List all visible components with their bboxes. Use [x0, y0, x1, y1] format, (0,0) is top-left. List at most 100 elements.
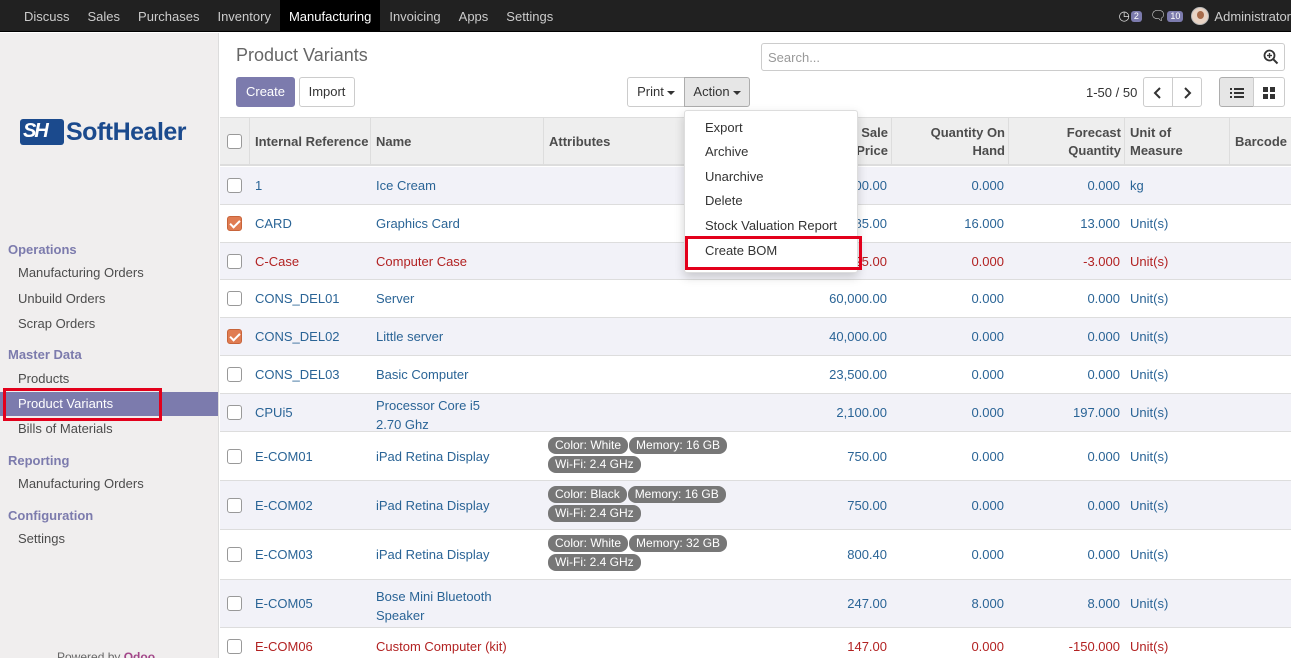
- table-row[interactable]: E-COM01 iPad Retina Display 750.00 0.000 0.0…: [220, 432, 1291, 481]
- table-row[interactable]: E-COM05 Bose Mini Bluetooth Speaker 247.00…: [220, 580, 1291, 628]
- cell-forecast-quantity: 0.000: [1087, 329, 1120, 344]
- cell-internal-reference: E-COM01: [255, 448, 313, 464]
- menu-item-export[interactable]: Export: [685, 116, 857, 140]
- menu-item-create-bom[interactable]: Create BOM: [685, 239, 857, 263]
- cell-internal-reference: C-Case: [255, 253, 300, 269]
- table-row[interactable]: CONS_DEL02 Little server 40,000.00 0.000 0.0…: [220, 318, 1291, 356]
- section-reporting: Reporting: [8, 453, 70, 468]
- menu-discuss[interactable]: Discuss: [15, 0, 79, 32]
- row-checkbox[interactable]: [227, 639, 242, 654]
- cell-forecast-quantity: 0.000: [1087, 178, 1120, 193]
- user-menu[interactable]: Administrator: [1191, 7, 1291, 25]
- search-input[interactable]: [762, 44, 1252, 70]
- list-view-button[interactable]: [1219, 77, 1254, 107]
- row-checkbox[interactable]: [227, 329, 242, 344]
- menu-inventory[interactable]: Inventory: [208, 0, 279, 32]
- sidebar-item-products[interactable]: Products: [0, 367, 218, 391]
- activity-button[interactable]: ◷ 2: [1119, 8, 1142, 24]
- print-button[interactable]: Print: [627, 77, 685, 107]
- page-title: Product Variants: [236, 45, 368, 65]
- row-checkbox[interactable]: [227, 367, 242, 382]
- attribute-tags: Color: White Memory: 16 GB Wi-Fi: 2.4 GHz: [548, 437, 738, 475]
- column-attributes[interactable]: Attributes: [543, 118, 683, 165]
- menu-apps[interactable]: Apps: [450, 0, 498, 32]
- top-navbar: Discuss Sales Purchases Inventory Manufa…: [0, 0, 1291, 32]
- cell-name: Computer Case: [376, 253, 468, 269]
- table-row[interactable]: CONS_DEL03 Basic Computer 23,500.00 0.000 0.…: [220, 356, 1291, 394]
- column-name[interactable]: Name: [370, 118, 544, 165]
- cell-quantity-on-hand: 0.000: [971, 367, 1004, 382]
- cell-internal-reference: CONS_DEL01: [255, 291, 340, 306]
- menu-sales[interactable]: Sales: [79, 0, 130, 32]
- row-checkbox[interactable]: [227, 547, 242, 562]
- import-button[interactable]: Import: [299, 77, 355, 107]
- cell-internal-reference: CPUi5: [255, 405, 293, 420]
- menu-settings[interactable]: Settings: [497, 0, 562, 32]
- table-row[interactable]: E-COM02 iPad Retina Display 750.00 0.000 0.0…: [220, 481, 1291, 530]
- row-checkbox[interactable]: [227, 253, 242, 269]
- column-unit-of-measure[interactable]: Unit of Measure: [1124, 118, 1230, 165]
- cell-quantity-on-hand: 0.000: [971, 291, 1004, 306]
- menu-purchases[interactable]: Purchases: [129, 0, 208, 32]
- cell-internal-reference: CONS_DEL03: [255, 367, 340, 382]
- cell-quantity-on-hand: 0.000: [971, 448, 1004, 464]
- create-button[interactable]: Create: [236, 77, 295, 107]
- select-all-checkbox[interactable]: [227, 134, 242, 149]
- cell-sale-price: 60,000.00: [829, 291, 887, 306]
- systray: ◷ 2 🗨 10 Administrator: [1119, 0, 1291, 32]
- column-barcode[interactable]: Barcode: [1229, 118, 1291, 165]
- pager-next-button[interactable]: [1172, 77, 1202, 107]
- row-checkbox[interactable]: [227, 497, 242, 513]
- cell-quantity-on-hand: 8.000: [971, 596, 1004, 611]
- sidebar: SoftHealer Operations Manufacturing Orde…: [0, 33, 219, 658]
- cell-sale-price: 750.00: [847, 448, 887, 464]
- company-logo: SoftHealer: [20, 117, 200, 147]
- menu-item-unarchive[interactable]: Unarchive: [685, 165, 857, 189]
- row-checkbox[interactable]: [227, 178, 242, 193]
- menu-item-delete[interactable]: Delete: [685, 189, 857, 213]
- clock-icon: ◷: [1118, 8, 1130, 23]
- attribute-tag: Color: Black: [548, 486, 627, 503]
- sidebar-item-bills-of-materials[interactable]: Bills of Materials: [0, 417, 218, 441]
- column-forecast-quantity[interactable]: Forecast Quantity: [1008, 118, 1125, 165]
- action-button[interactable]: Action: [684, 77, 750, 107]
- chevron-right-icon: [1184, 87, 1192, 99]
- row-checkbox[interactable]: [227, 596, 242, 611]
- kanban-view-button[interactable]: [1253, 77, 1285, 107]
- sidebar-item-settings[interactable]: Settings: [0, 527, 218, 551]
- cell-sale-price: 2,100.00: [836, 405, 887, 420]
- column-internal-reference[interactable]: Internal Reference: [249, 118, 371, 165]
- search-icon[interactable]: [1263, 49, 1279, 65]
- table-row[interactable]: E-COM06 Custom Computer (kit) 147.00 0.000 -…: [220, 628, 1291, 658]
- cell-unit-of-measure: Unit(s): [1130, 596, 1169, 611]
- attribute-tag: Color: White: [548, 437, 629, 454]
- pager-previous-button[interactable]: [1143, 77, 1173, 107]
- sidebar-item-unbuild-orders[interactable]: Unbuild Orders: [0, 287, 218, 311]
- sidebar-item-scrap-orders[interactable]: Scrap Orders: [0, 312, 218, 336]
- row-checkbox[interactable]: [227, 291, 242, 306]
- row-checkbox[interactable]: [227, 216, 242, 231]
- grid-icon: [1263, 87, 1275, 99]
- row-checkbox[interactable]: [227, 448, 242, 464]
- action-label: Action: [693, 84, 730, 99]
- column-quantity-on-hand[interactable]: Quantity On Hand: [891, 118, 1009, 165]
- cell-internal-reference: CARD: [255, 216, 292, 231]
- cell-quantity-on-hand: 0.000: [971, 547, 1004, 562]
- menu-manufacturing[interactable]: Manufacturing: [279, 0, 381, 32]
- cell-unit-of-measure: Unit(s): [1130, 448, 1169, 464]
- avatar: [1191, 7, 1210, 25]
- messages-button[interactable]: 🗨 10: [1150, 8, 1184, 24]
- table-row[interactable]: CONS_DEL01 Server 60,000.00 0.000 0.000 Unit(…: [220, 280, 1291, 318]
- cell-name: iPad Retina Display: [376, 448, 490, 464]
- menu-item-archive[interactable]: Archive: [685, 140, 857, 164]
- menu-invoicing[interactable]: Invoicing: [380, 0, 449, 32]
- row-checkbox[interactable]: [227, 405, 242, 420]
- menu-item-stock-valuation-report[interactable]: Stock Valuation Report: [685, 214, 857, 238]
- sidebar-item-product-variants[interactable]: Product Variants: [0, 392, 218, 416]
- pager-value[interactable]: 1-50 / 50: [1086, 85, 1137, 100]
- table-row[interactable]: E-COM03 iPad Retina Display 800.40 0.000 0.0…: [220, 530, 1291, 580]
- table-row[interactable]: CPUi5 Processor Core i5 2.70 Ghz 2,100.00 0…: [220, 394, 1291, 432]
- sidebar-item-manufacturing-orders[interactable]: Manufacturing Orders: [0, 261, 218, 285]
- sidebar-item-reporting-manufacturing-orders[interactable]: Manufacturing Orders: [0, 472, 218, 496]
- cell-forecast-quantity: 0.000: [1087, 448, 1120, 464]
